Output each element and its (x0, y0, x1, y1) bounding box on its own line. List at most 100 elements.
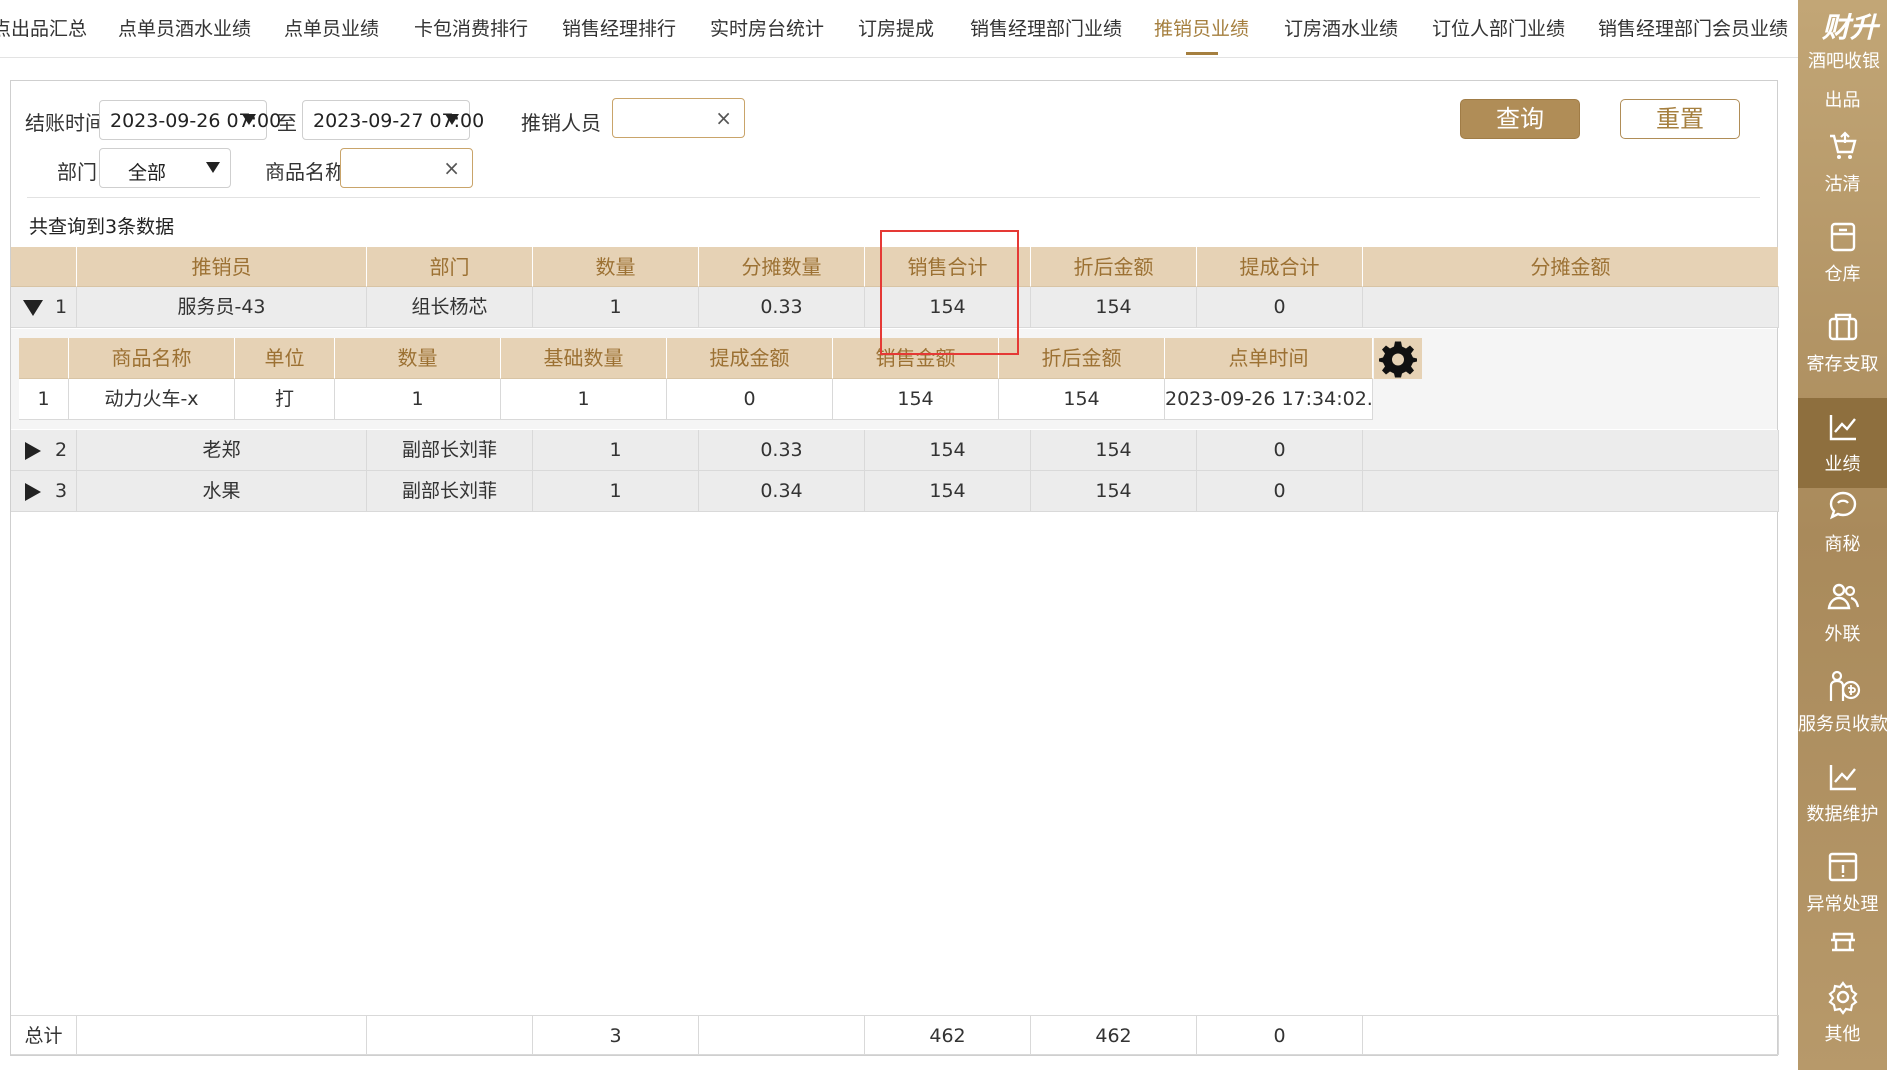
exception-icon (1798, 848, 1887, 886)
column-header: 分摊数量 (699, 247, 865, 287)
clear-icon[interactable]: × (443, 156, 460, 180)
end-time-select[interactable]: 2023-09-27 07:00 (302, 100, 484, 140)
chevron-down-icon (242, 114, 256, 125)
detail-cell: 0 (667, 379, 833, 420)
tab-11[interactable]: 销售经理部门会员业绩 (1598, 14, 1788, 54)
table-cell: 0.33 (699, 287, 865, 328)
checkout-time-label: 结账时间 (25, 111, 105, 135)
detail-column-header: 提成金额 (667, 338, 833, 379)
footer-cell (367, 1015, 533, 1055)
sidebar-item-label: 外联 (1824, 624, 1861, 645)
tab-1[interactable]: 点单员酒水业绩 (118, 14, 251, 54)
sidebar-item-label: 仓库 (1824, 264, 1861, 285)
tab-8[interactable]: 推销员业绩 (1154, 14, 1249, 55)
brand: 财升 酒吧收银 (1798, 0, 1887, 80)
detail-column-header: 单位 (235, 338, 335, 379)
tab-7[interactable]: 销售经理部门业绩 (970, 14, 1122, 54)
sidebar-item-label: 异常处理 (1806, 894, 1879, 915)
detail-cell: 2023-09-26 17:34:02.263 (1165, 379, 1373, 420)
clear-icon[interactable]: × (715, 106, 732, 130)
detail-cell: 1 (335, 379, 501, 420)
cart-icon (1798, 128, 1887, 166)
sidebar-item-2[interactable]: 仓库 (1798, 218, 1887, 286)
department-value: 全部 (128, 162, 167, 184)
column-header: 提成合计 (1197, 247, 1363, 287)
sidebar-item-label: 出品 (1824, 90, 1861, 111)
tab-10[interactable]: 订位人部门业绩 (1432, 14, 1565, 54)
sidebar: 财升 酒吧收银 出品沽清仓库寄存支取业绩商秘外联服务员收款数据维护异常处理其他 (1798, 0, 1887, 1070)
table-cell: 水果 (77, 471, 367, 512)
footer-cell: 3 (533, 1015, 699, 1055)
footer-cell: 462 (865, 1015, 1031, 1055)
tab-9[interactable]: 订房酒水业绩 (1284, 14, 1398, 54)
caret-down-icon[interactable] (23, 300, 43, 316)
reset-button[interactable]: 重置 (1620, 99, 1740, 139)
settings-icon[interactable] (1374, 338, 1422, 379)
tab-6[interactable]: 订房提成 (858, 14, 934, 54)
table-cell: 0 (1197, 471, 1363, 512)
footer-cell (77, 1015, 367, 1055)
tab-5[interactable]: 实时房台统计 (710, 14, 824, 54)
chevron-down-icon (445, 114, 459, 125)
sidebar-item-3[interactable]: 寄存支取 (1798, 308, 1887, 376)
sidebar-item-label: 商秘 (1824, 534, 1861, 555)
sidebar-item-0[interactable]: 出品 (1798, 82, 1887, 112)
start-time-select[interactable]: 2023-09-26 07:00 (99, 100, 281, 140)
row-index: 3 (55, 480, 68, 502)
query-button[interactable]: 查询 (1460, 99, 1580, 139)
row-index: 2 (55, 439, 68, 461)
tab-0[interactable]: 点出品汇总 (0, 14, 87, 54)
sidebar-item-label: 其他 (1824, 1024, 1861, 1045)
report-panel: 结账时间 2023-09-26 07:00 至 2023-09-27 07:00… (10, 80, 1779, 1056)
promoter-label: 推销人员 (521, 111, 601, 135)
brand-subtitle: 酒吧收银 (1808, 51, 1880, 72)
table-cell: 0 (1197, 287, 1363, 328)
column-header: 折后金额 (1031, 247, 1197, 287)
detail-cell: 打 (235, 379, 335, 420)
sidebar-item-7[interactable]: 服务员收款 (1798, 668, 1887, 736)
row-expander-cell[interactable]: 2 (11, 430, 77, 471)
footer-cell: 0 (1197, 1015, 1363, 1055)
table-cell: 0.34 (699, 471, 865, 512)
tab-bar: 点出品汇总 点单员酒水业绩 点单员业绩 卡包消费排行 销售经理排行 实时房台统计 订房提成销… (0, 0, 1798, 58)
tab-4[interactable]: 销售经理排行 (562, 14, 676, 54)
sidebar-item-8[interactable]: 数据维护 (1798, 758, 1887, 826)
detail-cell: 1 (501, 379, 667, 420)
promoter-input[interactable]: × (612, 98, 745, 138)
row-expander-cell[interactable]: 1 (11, 287, 77, 328)
footer-cell (1363, 1015, 1779, 1055)
detail-column-header: 商品名称 (69, 338, 235, 379)
sidebar-item-11[interactable]: 其他 (1798, 978, 1887, 1046)
sidebar-item-4[interactable]: 业绩 (1798, 398, 1887, 488)
detail-cell: 动力火车-x (69, 379, 235, 420)
detail-cell: 154 (999, 379, 1165, 420)
column-header: 部门 (367, 247, 533, 287)
people-icon (1798, 578, 1887, 616)
row-expander-cell[interactable]: 3 (11, 471, 77, 512)
footer-cell: 总计 (11, 1015, 77, 1055)
table-cell: 老郑 (77, 430, 367, 471)
sidebar-item-6[interactable]: 外联 (1798, 578, 1887, 646)
table-cell: 154 (865, 430, 1031, 471)
product-name-input[interactable]: × (340, 148, 473, 188)
table-cell: 154 (1031, 471, 1197, 512)
sidebar-item-label: 业绩 (1824, 454, 1861, 475)
tab-3[interactable]: 卡包消费排行 (414, 14, 528, 54)
highlight-box (880, 230, 1019, 355)
table-cell (1363, 430, 1779, 471)
sidebar-item-1[interactable]: 沽清 (1798, 128, 1887, 196)
column-header: 数量 (533, 247, 699, 287)
sidebar-item-label: 寄存支取 (1806, 354, 1879, 375)
table-cell: 0 (1197, 430, 1363, 471)
department-select[interactable]: 全部 (99, 148, 231, 188)
sidebar-item-5[interactable]: 商秘 (1798, 488, 1887, 556)
sidebar-item-9[interactable]: 异常处理 (1798, 848, 1887, 916)
chat-icon (1798, 488, 1887, 526)
product-name-label: 商品名称 (265, 160, 345, 184)
caret-right-icon[interactable] (25, 483, 41, 501)
sidebar-item-10[interactable] (1798, 928, 1887, 966)
tab-2[interactable]: 点单员业绩 (284, 14, 379, 54)
caret-right-icon[interactable] (25, 442, 41, 460)
detail-column-header: 折后金额 (999, 338, 1165, 379)
table-cell (1363, 287, 1779, 328)
